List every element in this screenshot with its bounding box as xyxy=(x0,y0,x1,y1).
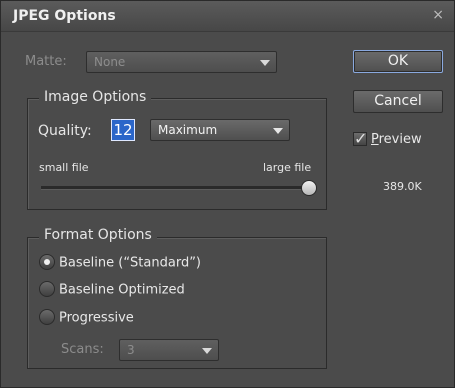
matte-label: Matte: xyxy=(25,54,67,69)
preview-label-underlined: P xyxy=(371,132,379,147)
scans-value: 3 xyxy=(127,343,135,357)
quality-slider-thumb[interactable] xyxy=(301,180,317,196)
dialog-title: JPEG Options xyxy=(13,8,116,24)
title-bar: JPEG Options × xyxy=(1,1,454,32)
ok-button[interactable]: OK xyxy=(353,50,443,73)
chevron-down-icon xyxy=(273,128,283,134)
preview-checkbox-row[interactable]: Preview xyxy=(353,129,422,148)
file-size-readout: 389.0K xyxy=(383,180,422,193)
quality-preset-value: Maximum xyxy=(158,123,218,137)
image-options-title: Image Options xyxy=(39,89,152,105)
quality-preset-dropdown[interactable]: Maximum xyxy=(150,119,290,141)
jpeg-options-dialog: JPEG Options × Matte: None Image Options… xyxy=(0,0,455,388)
quality-slider-track[interactable] xyxy=(41,186,311,190)
preview-checkbox[interactable] xyxy=(353,129,367,148)
radio-icon xyxy=(39,309,55,325)
radio-icon xyxy=(39,281,55,297)
matte-dropdown[interactable]: None xyxy=(86,51,277,73)
scans-label: Scans: xyxy=(61,342,104,357)
chevron-down-icon xyxy=(202,348,212,354)
large-file-label: large file xyxy=(263,161,312,174)
format-option-baseline-optimized[interactable]: Baseline Optimized xyxy=(39,281,185,298)
format-option-label: Progressive xyxy=(59,310,134,326)
chevron-down-icon xyxy=(260,60,270,66)
radio-icon xyxy=(39,254,55,270)
format-option-label: Baseline Optimized xyxy=(59,282,185,298)
scans-dropdown[interactable]: 3 xyxy=(119,339,219,361)
format-option-baseline-standard[interactable]: Baseline (“Standard”) xyxy=(39,254,202,271)
quality-input[interactable]: 12 xyxy=(111,119,135,141)
format-option-progressive[interactable]: Progressive xyxy=(39,309,134,326)
cancel-button[interactable]: Cancel xyxy=(353,90,443,113)
matte-value: None xyxy=(94,55,126,69)
format-option-label: Baseline (“Standard”) xyxy=(59,255,202,271)
close-icon[interactable]: × xyxy=(432,7,444,23)
format-options-title: Format Options xyxy=(39,227,157,243)
quality-label: Quality: xyxy=(38,123,92,139)
preview-label-rest: review xyxy=(378,132,422,147)
small-file-label: small file xyxy=(39,161,89,174)
image-options-group xyxy=(27,98,327,210)
